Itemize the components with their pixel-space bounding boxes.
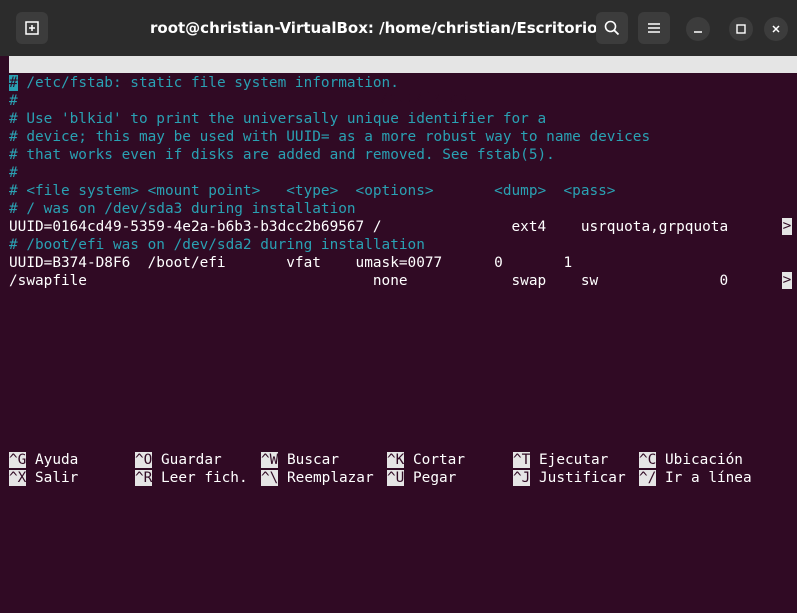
shortcut-execute[interactable]: ^T Ejecutar xyxy=(513,451,608,469)
window-title: root@christian-VirtualBox: /home/christi… xyxy=(150,19,598,37)
file-line[interactable]: # Use 'blkid' to print the universally u… xyxy=(9,110,546,128)
shortcut-row: ^G Ayuda ^O Guardar ^W Buscar ^K Cortar … xyxy=(9,451,743,469)
nano-header: GNU nano 6.2 /etc/fstab xyxy=(9,56,797,106)
file-line[interactable]: # / was on /dev/sda3 during installation xyxy=(9,200,356,218)
menu-button[interactable] xyxy=(638,12,670,44)
shortcut-replace[interactable]: ^\ Reemplazar xyxy=(261,469,374,487)
file-line[interactable]: # /etc/fstab: static file system informa… xyxy=(9,74,399,92)
new-tab-icon xyxy=(25,21,39,35)
close-button[interactable] xyxy=(764,17,788,41)
file-line[interactable]: # <file system> <mount point> <type> <op… xyxy=(9,182,615,200)
shortcut-search[interactable]: ^W Buscar xyxy=(261,451,339,469)
shortcut-cut[interactable]: ^K Cortar xyxy=(387,451,465,469)
file-line[interactable]: UUID=0164cd49-5359-4e2a-b6b3-b3dcc2b6956… xyxy=(9,218,728,236)
new-tab-button[interactable] xyxy=(16,12,48,44)
terminal-area[interactable]: GNU nano 6.2 /etc/fstab # /etc/fstab: st… xyxy=(0,56,797,487)
minimize-icon xyxy=(694,31,702,33)
search-icon xyxy=(604,20,620,36)
shortcut-read-file[interactable]: ^R Leer fich. xyxy=(135,469,248,487)
shortcut-save[interactable]: ^O Guardar xyxy=(135,451,222,469)
line-continues-marker: > xyxy=(782,272,792,289)
maximize-icon xyxy=(736,24,746,34)
shortcut-row: ^X Salir ^R Leer fich. ^\ Reemplazar ^U … xyxy=(9,469,752,487)
file-line[interactable]: # xyxy=(9,164,18,182)
shortcut-paste[interactable]: ^U Pegar xyxy=(387,469,456,487)
shortcut-exit[interactable]: ^X Salir xyxy=(9,469,78,487)
close-icon xyxy=(772,25,780,33)
hamburger-menu-icon xyxy=(648,23,660,33)
line-continues-marker: > xyxy=(782,218,792,235)
maximize-button[interactable] xyxy=(729,17,753,41)
window-titlebar: root@christian-VirtualBox: /home/christi… xyxy=(0,0,797,56)
minimize-button[interactable] xyxy=(686,17,710,41)
shortcut-justify[interactable]: ^J Justificar xyxy=(513,469,626,487)
shortcut-go-to-line[interactable]: ^/ Ir a línea xyxy=(639,469,752,487)
text-cursor: # xyxy=(9,75,18,91)
file-line[interactable]: /swapfile none swap sw 0 xyxy=(9,272,728,290)
file-line[interactable]: # xyxy=(9,92,18,110)
search-button[interactable] xyxy=(596,12,628,44)
shortcut-location[interactable]: ^C Ubicación xyxy=(639,451,743,469)
file-line[interactable]: # /boot/efi was on /dev/sda2 during inst… xyxy=(9,236,425,254)
file-line[interactable]: # that works even if disks are added and… xyxy=(9,146,555,164)
file-line[interactable]: UUID=B374-D8F6 /boot/efi vfat umask=0077… xyxy=(9,254,572,272)
shortcut-help[interactable]: ^G Ayuda xyxy=(9,451,78,469)
nano-filename: /etc/fstab xyxy=(380,90,467,106)
file-line[interactable]: # device; this may be used with UUID= as… xyxy=(9,128,650,146)
